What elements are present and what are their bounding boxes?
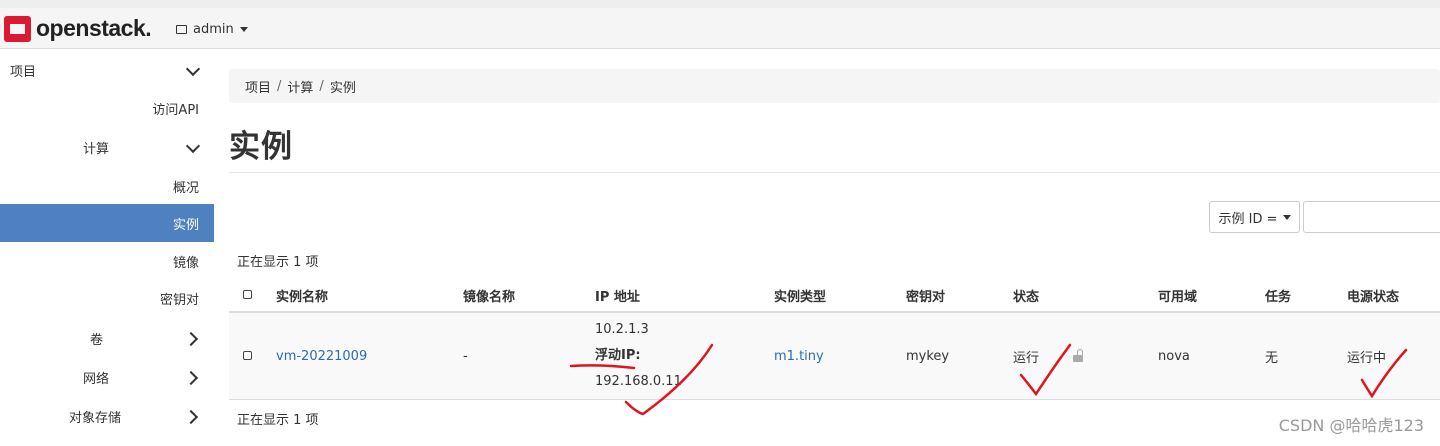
sidebar-item-volumes[interactable]: 卷 <box>0 319 214 357</box>
item-count-top: 正在显示 1 项 <box>237 255 319 270</box>
filter-field-label: 示例 ID = <box>1218 211 1278 227</box>
watermark: CSDN @哈哈虎123 <box>1278 416 1424 435</box>
column-header-flavor[interactable]: 实例类型 <box>774 279 906 313</box>
unlock-icon <box>1073 348 1084 362</box>
logo-text[interactable]: openstack. <box>36 15 152 42</box>
table-header-row: 实例名称 镜像名称 IP 地址 实例类型 密钥对 状态 可用域 任务 电源状态 <box>229 279 1440 313</box>
instances-table: 实例名称 镜像名称 IP 地址 实例类型 密钥对 状态 可用域 任务 电源状态 … <box>229 279 1440 400</box>
sidebar-item-label: 概况 <box>172 180 199 196</box>
breadcrumb-separator: / <box>319 78 324 94</box>
chevron-down-icon <box>185 138 201 154</box>
breadcrumb-item[interactable]: 项目 <box>245 77 271 96</box>
column-header-task[interactable]: 任务 <box>1265 279 1347 313</box>
chevron-down-icon <box>185 61 201 77</box>
sidebar-item-images[interactable]: 镜像 <box>0 242 214 280</box>
image-name: - <box>463 348 468 364</box>
keypair-name: mykey <box>906 348 950 364</box>
floating-ip-label: 浮动IP: <box>595 348 641 363</box>
sidebar-item-label: 对象存储 <box>69 410 122 426</box>
table-row: vm-20221009 - 10.2.1.3 浮动IP: 192.168.0.1… <box>229 312 1440 400</box>
power-state: 运行中 <box>1347 350 1387 366</box>
breadcrumb-item[interactable]: 计算 <box>287 77 313 96</box>
sidebar-item-object-store[interactable]: 对象存储 <box>0 397 214 435</box>
column-header-image[interactable]: 镜像名称 <box>463 279 595 313</box>
ip-address-list: 10.2.1.3 浮动IP: 192.168.0.11 <box>595 317 774 395</box>
floating-ip: 192.168.0.11 <box>595 374 682 389</box>
project-name: admin <box>193 22 234 37</box>
chevron-right-icon <box>183 331 199 347</box>
sidebar-item-label: 镜像 <box>172 255 199 271</box>
sidebar-item-keypairs[interactable]: 密钥对 <box>0 279 214 317</box>
breadcrumb-item: 实例 <box>329 80 356 96</box>
sidebar-item-network[interactable]: 网络 <box>0 358 214 396</box>
item-count-bottom: 正在显示 1 项 <box>237 413 319 428</box>
sidebar-item-label: 密钥对 <box>159 292 199 308</box>
column-header-ip[interactable]: IP 地址 <box>595 279 774 313</box>
task-state: 无 <box>1265 350 1279 366</box>
sidebar-item-label: 网络 <box>83 371 110 387</box>
caret-down-icon <box>1282 214 1291 220</box>
sidebar-item-compute[interactable]: 计算 <box>0 128 214 166</box>
sidebar-item-api-access[interactable]: 访问API <box>0 89 214 127</box>
sidebar-item-instances[interactable]: 实例 <box>0 204 214 242</box>
flavor-link[interactable]: m1.tiny <box>774 349 824 364</box>
sidebar-item-project[interactable]: 项目 <box>0 51 214 89</box>
top-navbar: openstack. admin <box>0 8 1440 49</box>
sidebar-item-label: 项目 <box>10 64 37 80</box>
browser-bookmarks-bar <box>0 0 1440 8</box>
sidebar-item-label: 实例 <box>172 217 199 233</box>
sidebar-item-label: 访问API <box>152 102 199 118</box>
main-content: 项目 / 计算 / 实例 实例 示例 ID = 正在显示 1 项 实例名称 镜像… <box>229 49 1440 446</box>
column-header-power[interactable]: 电源状态 <box>1347 279 1440 313</box>
project-switcher[interactable]: admin <box>176 22 248 37</box>
sidebar-item-label: 卷 <box>90 332 104 348</box>
fixed-ip: 10.2.1.3 <box>595 322 649 337</box>
row-checkbox[interactable] <box>243 350 252 360</box>
breadcrumb-separator: / <box>277 78 282 94</box>
filter-input[interactable] <box>1303 201 1440 233</box>
column-header-zone[interactable]: 可用域 <box>1158 279 1265 313</box>
status-text: 运行 <box>1013 350 1040 366</box>
project-icon <box>176 25 187 34</box>
sidebar-item-overview[interactable]: 概况 <box>0 167 214 205</box>
instance-name-link[interactable]: vm-20221009 <box>276 349 367 364</box>
divider <box>229 172 1440 173</box>
column-header-status[interactable]: 状态 <box>1013 279 1158 313</box>
breadcrumb: 项目 / 计算 / 实例 <box>229 69 1440 103</box>
openstack-logo-icon[interactable] <box>4 16 31 42</box>
chevron-right-icon <box>183 370 199 386</box>
column-header-name[interactable]: 实例名称 <box>276 279 463 313</box>
chevron-right-icon <box>183 409 199 425</box>
column-header-keypair[interactable]: 密钥对 <box>906 279 1013 313</box>
sidebar-nav: 项目 访问API 计算 概况 实例 镜像 密钥对 卷 网络 对象存储 <box>0 49 214 446</box>
page-title: 实例 <box>229 129 293 165</box>
caret-down-icon <box>239 27 248 32</box>
filter-field-dropdown[interactable]: 示例 ID = <box>1209 201 1300 233</box>
sidebar-item-label: 计算 <box>83 141 110 157</box>
select-all-checkbox[interactable] <box>243 289 252 299</box>
availability-zone: nova <box>1158 348 1190 364</box>
